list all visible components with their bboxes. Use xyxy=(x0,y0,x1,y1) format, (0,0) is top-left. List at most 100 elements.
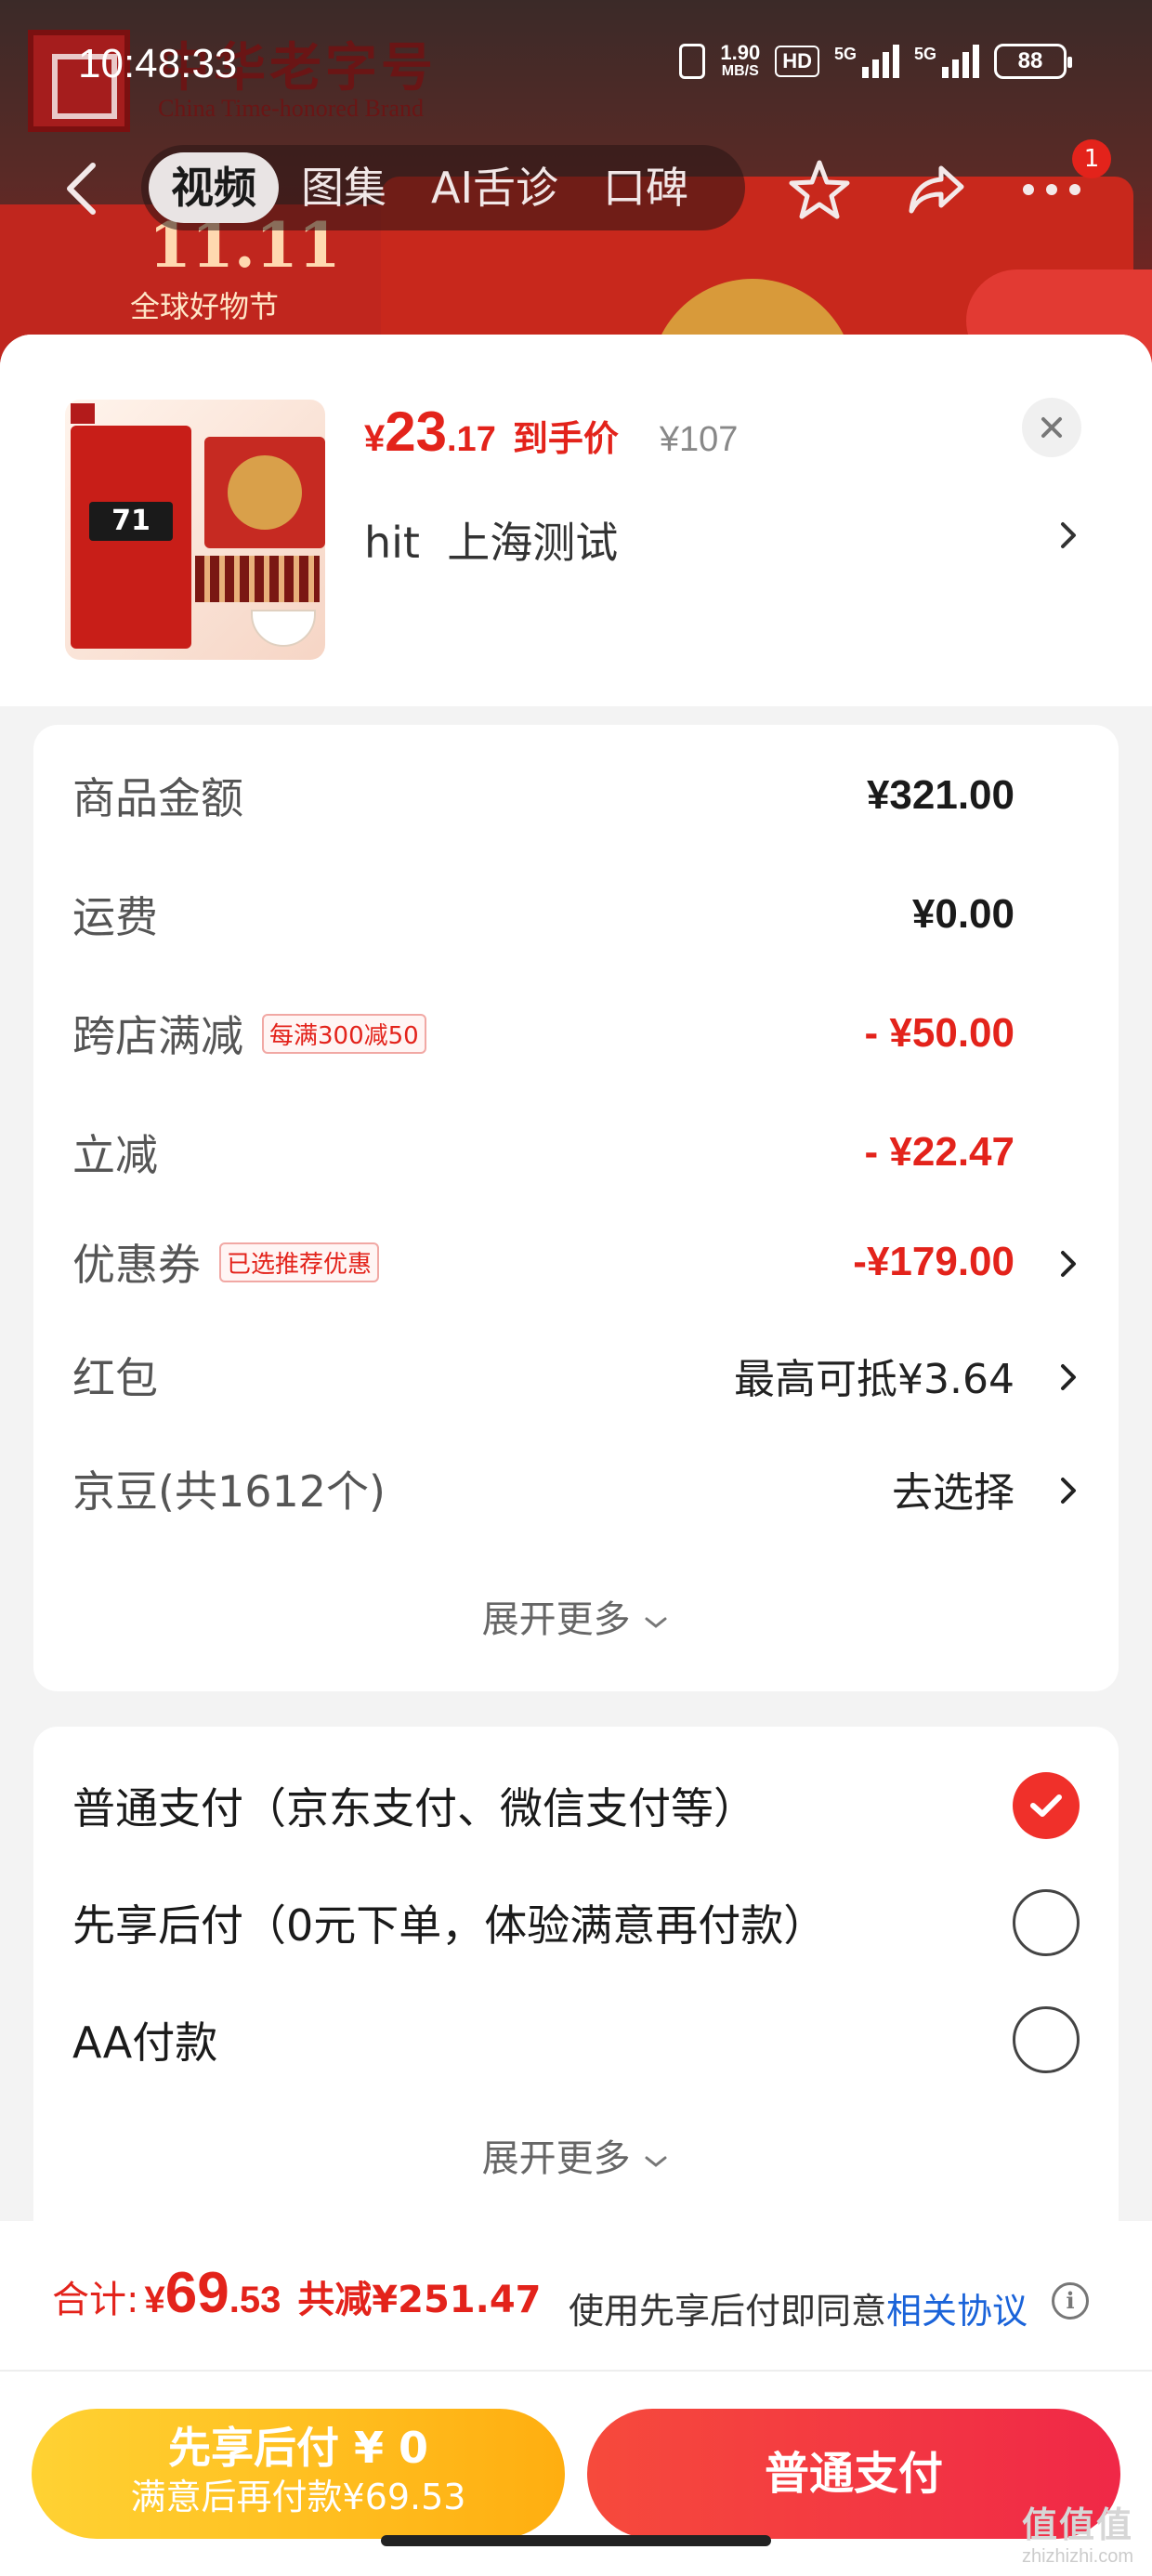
row-label: 优惠券 xyxy=(72,1240,201,1290)
row-value: ¥0.00 xyxy=(911,891,1015,937)
signal-1-label: 5G xyxy=(833,45,857,63)
thumb-brand-logo xyxy=(71,403,95,424)
favorite-button[interactable] xyxy=(780,151,858,229)
signal-icon-2: 5G xyxy=(914,45,979,78)
spec-selector[interactable] xyxy=(1057,517,1080,558)
row-label: 红包 xyxy=(72,1353,158,1403)
chevron-down-icon xyxy=(645,2156,667,2167)
battery-icon: 88 xyxy=(994,44,1072,79)
back-button[interactable] xyxy=(56,156,111,221)
payment-label: 普通支付（京东支付、微信支付等） xyxy=(72,1783,756,1833)
close-button[interactable] xyxy=(1022,398,1081,457)
row-label: 运费 xyxy=(72,892,158,942)
row-label: 商品金额 xyxy=(72,773,243,823)
watermark: 值值值 zhizhizhi.com xyxy=(1013,2505,1143,2570)
checkout-footer: 合计: ¥ 69 .53 共减¥251.47 使用先享后付即同意相关协议 i 先… xyxy=(0,2221,1152,2576)
original-price: ¥107 xyxy=(659,420,739,459)
total-saved: 共减¥251.47 xyxy=(297,2279,542,2321)
price-symbol: ¥ xyxy=(364,418,386,459)
agreement-text: 使用先享后付即同意相关协议 xyxy=(569,2282,1028,2333)
product-thumbnail[interactable]: 71 xyxy=(65,400,325,660)
row-instant-discount: 立减 - ¥22.47 xyxy=(72,1115,1080,1189)
payment-option-pay-later[interactable]: 先享后付（0元下单，体验满意再付款） xyxy=(72,1881,1080,1965)
footer-divider xyxy=(0,2370,1152,2372)
chevron-left-icon xyxy=(67,163,96,215)
network-speed: 1.90 MB/S xyxy=(720,43,760,80)
checkmark-icon xyxy=(1030,1794,1062,1817)
signal-icon-1: 5G xyxy=(834,45,899,78)
order-total: 合计: ¥ 69 .53 共减¥251.47 xyxy=(52,2260,542,2334)
thumb-gold-disc xyxy=(228,455,302,530)
watermark-site: zhizhizhi.com xyxy=(1021,2546,1134,2567)
price-decimal: .17 xyxy=(447,420,496,459)
more-dots-icon xyxy=(1023,184,1080,195)
expand-more-summary[interactable]: 展开更多 xyxy=(33,1589,1119,1643)
speed-value: 1.90 xyxy=(720,41,761,64)
order-summary-card: 商品金额 ¥321.00 运费 ¥0.00 跨店满减 每满300减50 - ¥5… xyxy=(33,725,1119,1691)
price-integer: 23 xyxy=(385,401,447,463)
row-cross-store-discount: 跨店满减 每满300减50 - ¥50.00 xyxy=(72,996,1080,1071)
row-value: ¥321.00 xyxy=(866,772,1015,818)
tab-video[interactable]: 视频 xyxy=(149,152,279,223)
tab-reviews[interactable]: 口碑 xyxy=(581,152,711,223)
chevron-right-icon xyxy=(1061,1364,1076,1390)
row-goods-amount: 商品金额 ¥321.00 xyxy=(72,758,1080,833)
chevron-right-icon xyxy=(1061,1251,1076,1277)
expand-label: 展开更多 xyxy=(481,2137,631,2180)
row-shipping: 运费 ¥0.00 xyxy=(72,877,1080,952)
expand-more-payment[interactable]: 展开更多 xyxy=(33,2128,1119,2182)
row-coupon[interactable]: 优惠券 已选推荐优惠 -¥179.00 xyxy=(72,1225,1080,1299)
payment-label: AA付款 xyxy=(72,2017,218,2068)
agreement-prefix: 使用先享后付即同意 xyxy=(569,2291,887,2332)
share-button[interactable] xyxy=(897,151,975,229)
tab-gallery[interactable]: 图集 xyxy=(279,152,409,223)
signal-2-label: 5G xyxy=(913,45,936,63)
media-tabs: 视频 图集 AI舌诊 口碑 xyxy=(141,145,745,230)
chevron-down-icon xyxy=(645,1617,667,1628)
total-label: 合计: xyxy=(52,2279,139,2321)
price-tip: 到手价 xyxy=(512,420,619,459)
pay-later-subtitle: 满意后再付款¥69.53 xyxy=(130,2477,466,2517)
final-price: ¥ 23 .17 到手价 ¥107 xyxy=(364,400,738,474)
clock: 10:48:33 xyxy=(78,41,238,86)
hd-icon: HD xyxy=(775,46,819,77)
row-value: - ¥50.00 xyxy=(864,1010,1015,1056)
payment-option-standard[interactable]: 普通支付（京东支付、微信支付等） xyxy=(72,1764,1080,1847)
thumb-price: 71 xyxy=(89,502,173,541)
agreement-link[interactable]: 相关协议 xyxy=(886,2291,1028,2332)
row-value: -¥179.00 xyxy=(853,1239,1015,1284)
row-label: 跨店满减 xyxy=(72,1011,243,1061)
tab-ai-tongue[interactable]: AI舌诊 xyxy=(409,152,581,223)
share-icon xyxy=(909,165,964,214)
thumb-bowl xyxy=(251,610,316,647)
radio-unchecked[interactable] xyxy=(1013,1889,1080,1956)
row-value: 最高可抵¥3.64 xyxy=(734,1356,1015,1403)
radio-checked[interactable] xyxy=(1013,1772,1080,1839)
radio-unchecked[interactable] xyxy=(1013,2006,1080,2073)
row-label: 京豆(共1612个) xyxy=(72,1466,386,1517)
chevron-right-icon xyxy=(1061,1478,1076,1504)
pay-later-title: 先享后付 ¥ 0 xyxy=(167,2423,429,2473)
expand-label: 展开更多 xyxy=(481,1598,631,1641)
info-icon[interactable]: i xyxy=(1052,2282,1089,2320)
total-decimal: .53 xyxy=(229,2280,281,2320)
pay-later-button[interactable]: 先享后付 ¥ 0 满意后再付款¥69.53 xyxy=(32,2409,565,2539)
top-nav-bar: 视频 图集 AI舌诊 口碑 1 xyxy=(0,138,1152,240)
payment-methods-card: 普通支付（京东支付、微信支付等） 先享后付（0元下单，体验满意再付款） AA付款… xyxy=(33,1727,1119,2284)
payment-option-aa[interactable]: AA付款 xyxy=(72,1998,1080,2082)
status-icons: 1.90 MB/S HD 5G 5G 88 xyxy=(679,43,1072,80)
row-red-packet[interactable]: 红包 最高可抵¥3.64 xyxy=(72,1338,1080,1413)
home-indicator[interactable] xyxy=(381,2535,771,2546)
total-integer: 69 xyxy=(164,2261,229,2325)
row-jd-beans[interactable]: 京豆(共1612个) 去选择 xyxy=(72,1452,1080,1526)
product-spec[interactable]: hit 上海测试 xyxy=(364,509,618,571)
vibrate-icon xyxy=(679,44,706,79)
discount-tag: 每满300减50 xyxy=(262,1013,426,1054)
star-icon xyxy=(789,160,850,219)
thumb-bottles xyxy=(195,556,320,602)
row-label: 立减 xyxy=(72,1130,158,1180)
status-bar: 10:48:33 1.90 MB/S HD 5G 5G 88 xyxy=(0,0,1152,130)
checkout-sheet: 71 ¥ 23 .17 到手价 ¥107 hit 上海测试 商品金额 ¥321.… xyxy=(0,335,1152,2576)
coupon-tag: 已选推荐优惠 xyxy=(219,1242,380,1282)
row-value: - ¥22.47 xyxy=(864,1129,1015,1175)
